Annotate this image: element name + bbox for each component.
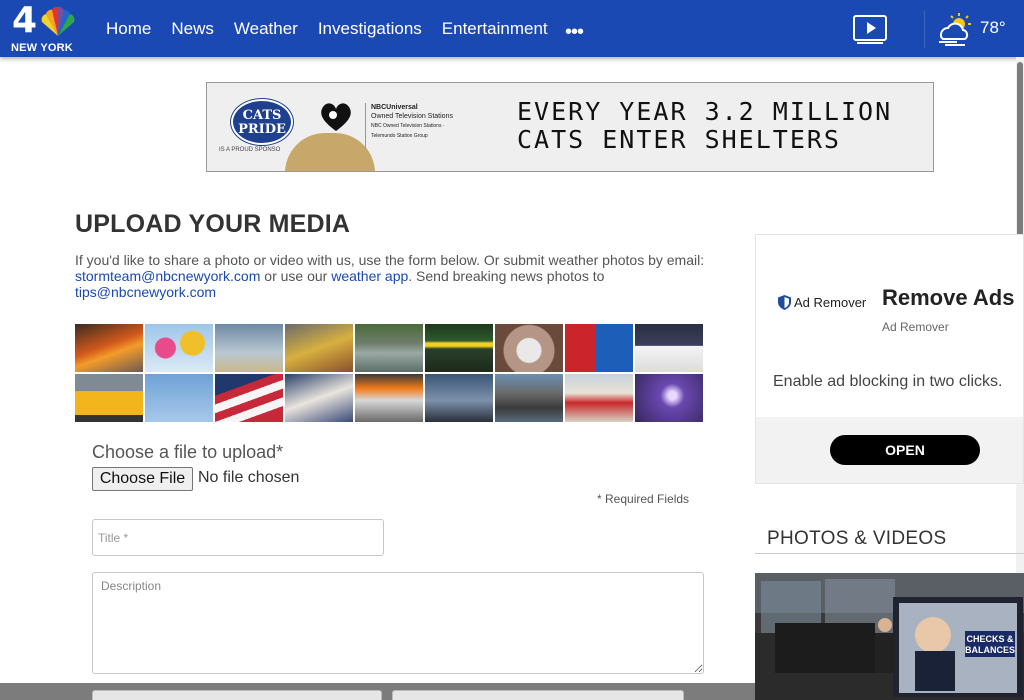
nav-home[interactable]: Home	[106, 19, 151, 39]
weather-app-link[interactable]: weather app	[331, 268, 408, 284]
logo-number: 4	[12, 0, 38, 41]
tile-baseball-fans	[285, 374, 353, 422]
site-header: 4 NEW YORK Home News Weather Investigati…	[0, 0, 1024, 57]
nav-news[interactable]: News	[171, 19, 214, 39]
tile-explosion-smoke	[75, 324, 143, 372]
current-temperature[interactable]: 78°	[980, 18, 1006, 38]
media-mosaic	[75, 324, 703, 422]
intro-text: If you'd like to share a photo or video …	[75, 252, 705, 300]
shield-icon	[778, 295, 791, 310]
partly-cloudy-icon[interactable]	[935, 12, 975, 46]
tile-flooded-car	[355, 324, 423, 372]
tv-play-icon[interactable]	[853, 15, 887, 41]
tile-police-car	[635, 324, 703, 372]
photos-videos-heading: PHOTOS & VIDEOS	[767, 528, 947, 549]
tile-helicopter	[145, 374, 213, 422]
scrollbar-thumb[interactable]	[1017, 62, 1023, 258]
nav-investigations[interactable]: Investigations	[318, 19, 422, 39]
cats-pride-logo: CATS PRIDE	[231, 99, 293, 145]
tv-stand	[857, 42, 883, 44]
next-field-right[interactable]	[392, 690, 684, 700]
intro-prefix: If you'd like to share a photo or video …	[75, 252, 705, 268]
banner-headline: EVERY YEAR 3.2 MILLION CATS ENTER SHELTE…	[517, 98, 892, 154]
hedgehog-image	[285, 133, 375, 171]
video-thumbnail[interactable]: CHECKS & BALANCES	[755, 573, 1024, 700]
tile-smoke-cloud	[495, 374, 563, 422]
news-email-link[interactable]: tips@nbcnewyork.com	[75, 284, 216, 300]
sponsor-text: IS A PROUD SPONSO	[219, 147, 281, 153]
no-file-chosen-text: No file chosen	[198, 469, 300, 486]
tile-lightning	[635, 374, 703, 422]
main-nav: Home News Weather Investigations Enterta…	[106, 19, 568, 39]
tile-american-flag	[215, 374, 283, 422]
side-ad[interactable]: Ad Remover Remove Ads Ad Remover Enable …	[755, 234, 1024, 484]
tile-tornado	[215, 324, 283, 372]
intro-middle: or use our	[260, 268, 332, 284]
ad-open-button[interactable]: OPEN	[830, 435, 980, 465]
banner-ad[interactable]: CATS PRIDE IS A PROUD SPONSO NBCUniversa…	[206, 82, 934, 172]
tile-hot-air-balloons	[145, 324, 213, 372]
title-input[interactable]	[92, 519, 384, 556]
weather-email-link[interactable]: stormteam@nbcnewyork.com	[75, 268, 260, 284]
ad-body: Enable ad blocking in two clicks.	[773, 373, 1003, 390]
ad-headline: Remove Ads	[882, 285, 1015, 310]
nav-weather[interactable]: Weather	[234, 19, 298, 39]
photos-videos-divider	[755, 553, 1024, 554]
tile-firefighters	[285, 324, 353, 372]
nav-entertainment[interactable]: Entertainment	[442, 19, 548, 39]
tile-cyclone-coaster	[565, 374, 633, 422]
tile-school-bus	[75, 374, 143, 422]
required-fields-note: * Required Fields	[597, 492, 690, 506]
ad-remover-logo: Ad Remover	[778, 295, 866, 310]
nbc-new-york-logo[interactable]: 4 NEW YORK	[10, 0, 80, 54]
header-divider	[924, 10, 925, 48]
newsroom-scene-image: CHECKS & BALANCES	[755, 573, 1024, 700]
ad-subtitle: Ad Remover	[882, 320, 949, 334]
tile-bridge-skyline	[425, 374, 493, 422]
partner-small: NBC Owned Television Stations · Telemund…	[371, 123, 445, 139]
tile-gas-prices	[565, 324, 633, 372]
nbcu-partner-logo: NBCUniversal Owned Television Stations N…	[365, 103, 465, 149]
checks-balances-line2: BALANCES	[965, 645, 1015, 655]
banner-headline-line2: CATS ENTER SHELTERS	[517, 125, 841, 154]
heart-logo-icon	[321, 103, 351, 131]
tile-police-tape	[425, 324, 493, 372]
intro-suffix: . Send breaking news photos to	[408, 268, 605, 284]
next-field-left[interactable]	[92, 690, 382, 700]
description-textarea[interactable]	[92, 572, 704, 674]
file-upload-label: Choose a file to upload*	[92, 442, 284, 462]
partner-title: NBCUniversal	[371, 104, 418, 111]
banner-headline-line1: EVERY YEAR 3.2 MILLION	[517, 97, 893, 126]
tile-hailstones	[495, 324, 563, 372]
peacock-icon	[41, 6, 75, 37]
partner-sub: Owned Television Stations	[371, 113, 453, 120]
choose-file-button[interactable]: Choose File	[92, 467, 193, 491]
checks-balances-line1: CHECKS &	[966, 634, 1014, 644]
page-title: UPLOAD YOUR MEDIA	[75, 210, 351, 238]
more-menu-icon[interactable]: •••	[565, 21, 584, 44]
logo-city: NEW YORK	[11, 42, 73, 54]
ad-logo-text: Ad Remover	[794, 295, 867, 310]
tile-truck-fire	[355, 374, 423, 422]
